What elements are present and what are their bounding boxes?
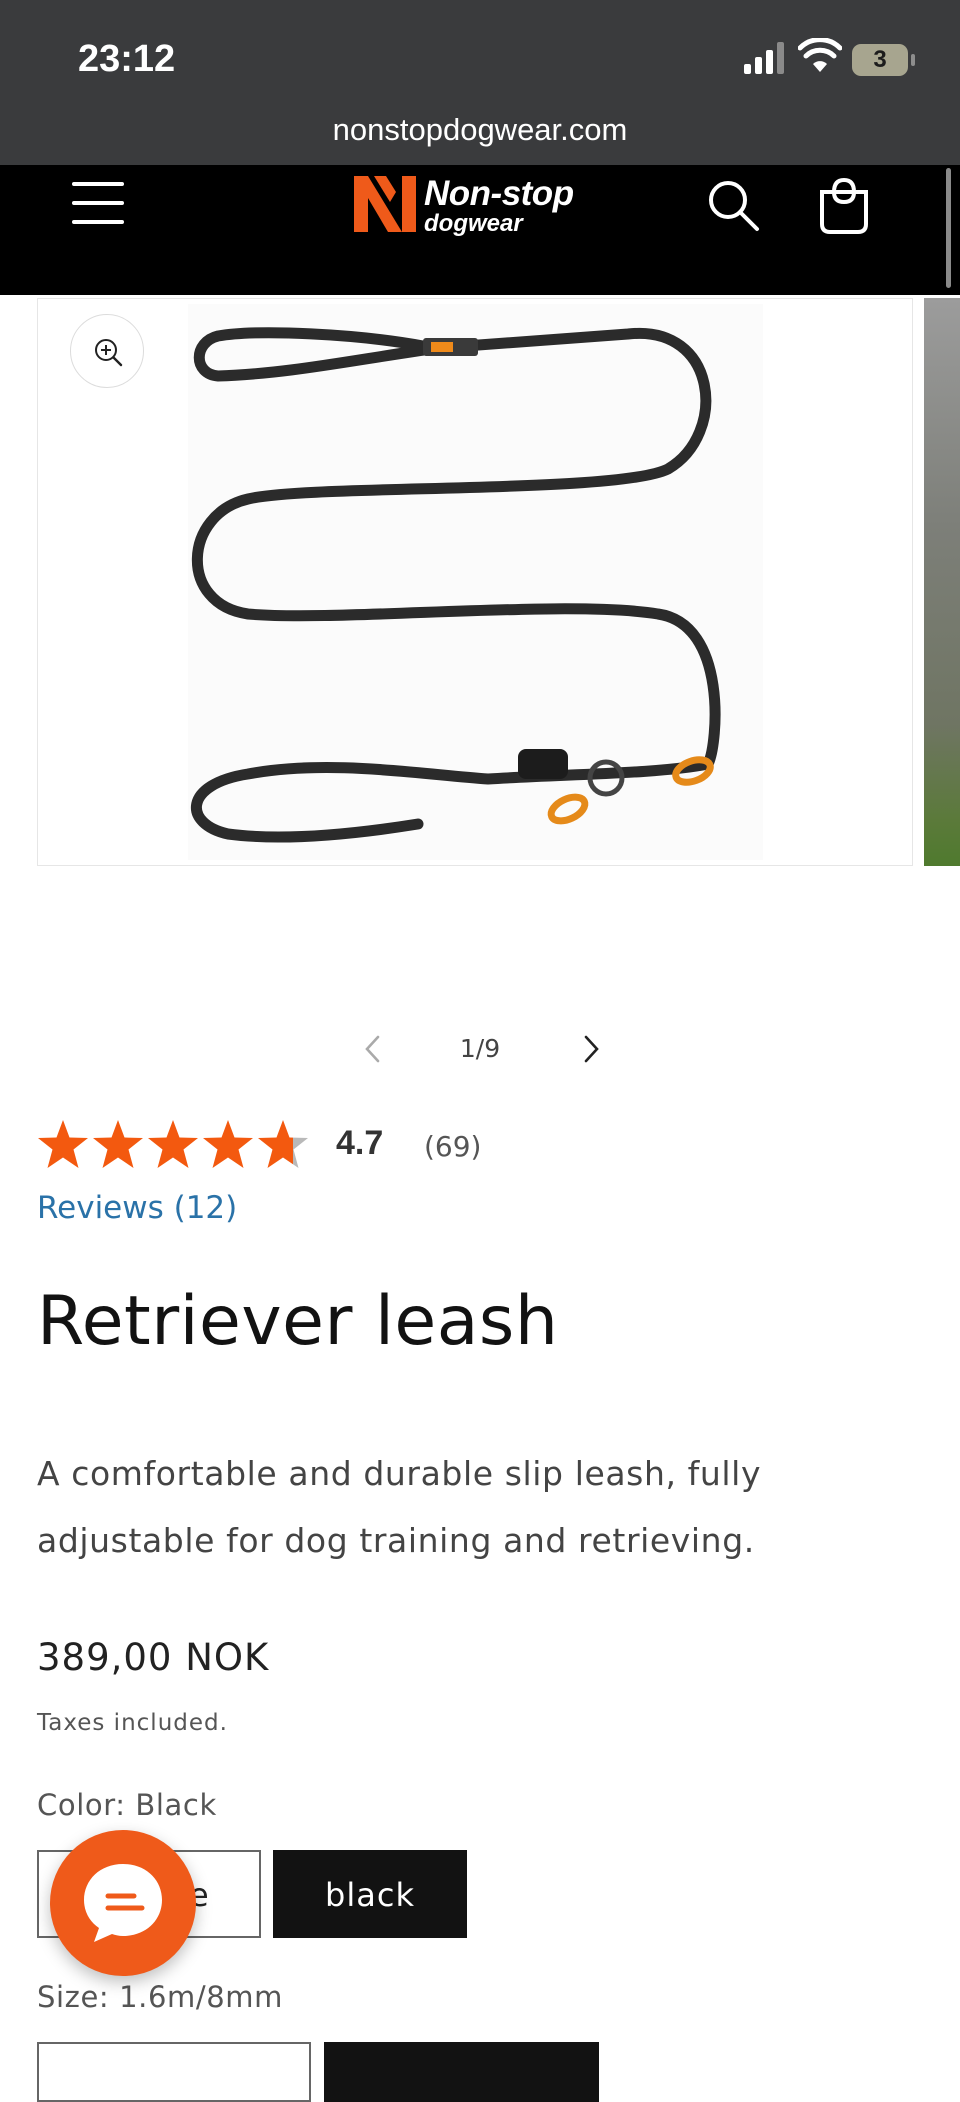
rating-count[interactable]: (69) [424, 1130, 481, 1163]
star-icon [148, 1120, 198, 1168]
logo-mark-icon [354, 176, 416, 232]
signal-icon [744, 42, 784, 74]
logo-text-main: Non-stop [424, 174, 574, 213]
next-image-preview[interactable] [924, 298, 960, 866]
search-icon[interactable] [706, 178, 762, 234]
size-label: Size: 1.6m/8mm [37, 1980, 284, 2014]
star-half-icon [258, 1120, 308, 1168]
rating-stars[interactable] [37, 1116, 317, 1172]
product-image-leash[interactable] [188, 304, 763, 860]
chat-icon [84, 1864, 162, 1942]
zoom-in-icon [95, 339, 123, 367]
address-bar-url[interactable]: nonstopdogwear.com [0, 112, 960, 148]
star-icon [93, 1120, 143, 1168]
product-title: Retriever leash [37, 1282, 559, 1361]
menu-icon-line [72, 201, 124, 205]
battery-tip [911, 54, 915, 66]
size-option-2[interactable] [324, 2042, 599, 2102]
chevron-right-icon[interactable] [576, 1032, 606, 1066]
site-logo[interactable]: Non-stop dogwear [352, 172, 612, 242]
menu-button[interactable] [72, 182, 124, 226]
menu-icon-line [72, 182, 124, 186]
size-option-1[interactable] [37, 2042, 311, 2102]
battery-icon: 3 [852, 44, 908, 76]
star-icon [38, 1120, 88, 1168]
product-description: A comfortable and durable slip leash, fu… [37, 1454, 762, 1560]
reviews-link[interactable]: Reviews (12) [37, 1190, 237, 1226]
menu-icon-line [72, 220, 124, 224]
wifi-icon [798, 38, 842, 72]
rating-value: 4.7 [336, 1124, 384, 1162]
color-label: Color: Black [37, 1788, 217, 1822]
zoom-button[interactable] [70, 314, 144, 388]
star-icon [203, 1120, 253, 1168]
chevron-left-icon[interactable] [358, 1032, 388, 1066]
gallery-counter: 1/9 [459, 1034, 501, 1063]
logo-text-sub: dogwear [424, 210, 523, 237]
product-price: 389,00 NOK [37, 1636, 270, 1679]
gallery-pager: 1/9 [340, 1030, 620, 1070]
color-option-black[interactable]: black [273, 1850, 467, 1938]
status-time: 23:12 [78, 38, 176, 80]
chat-button[interactable] [50, 1830, 196, 1976]
cart-icon[interactable] [816, 176, 872, 236]
taxes-note: Taxes included. [37, 1710, 228, 1736]
status-bar: 23:12 3 nonstopdogwear.com [0, 0, 960, 165]
scrollbar-thumb[interactable] [946, 168, 951, 288]
